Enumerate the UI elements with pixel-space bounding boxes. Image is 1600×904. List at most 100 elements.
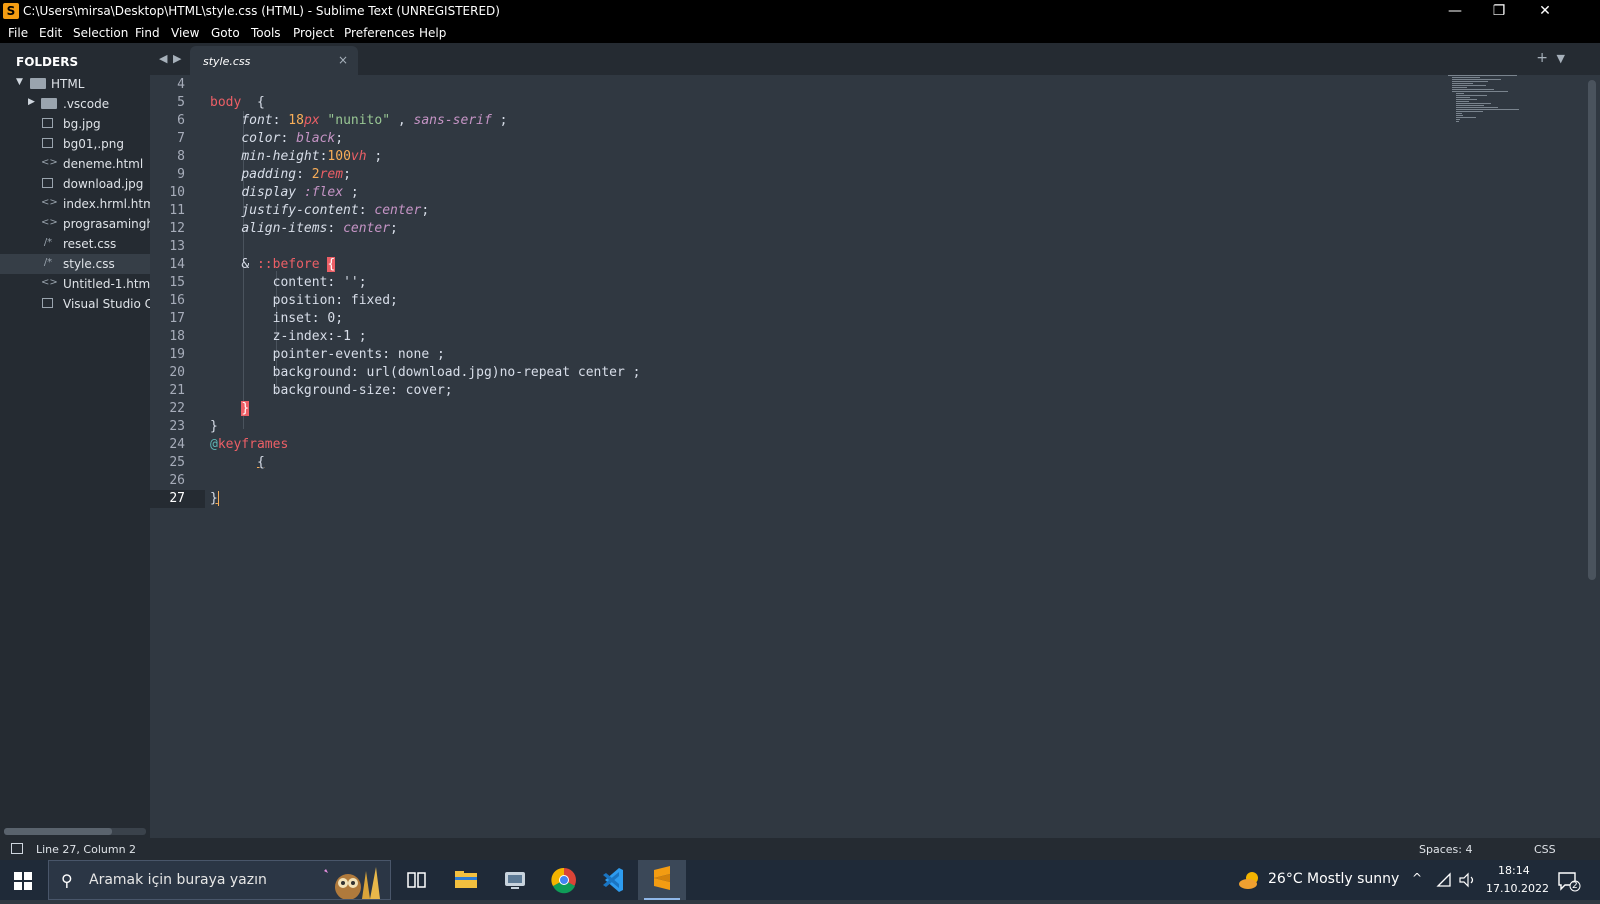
menu-preferences[interactable]: Preferences: [344, 26, 415, 40]
taskbar-search-box[interactable]: ⚲ Aramak için buraya yazın: [48, 860, 391, 900]
minimap-line: [1456, 103, 1491, 104]
file-label: Visual Studio Co: [63, 297, 150, 311]
tab-forward-icon[interactable]: ▶: [173, 52, 181, 65]
menu-view[interactable]: View: [171, 26, 199, 40]
taskbar-chrome[interactable]: [540, 860, 588, 900]
tab-style-css[interactable]: style.css ×: [190, 46, 358, 75]
taskbar-sublime-text[interactable]: [638, 860, 686, 900]
maximize-button[interactable]: ❐: [1476, 0, 1522, 23]
code-text: }: [210, 419, 218, 434]
toggle-sidebar-icon[interactable]: [11, 843, 23, 854]
tab-back-icon[interactable]: ◀: [159, 52, 167, 65]
clock-time[interactable]: 18:14: [1498, 864, 1530, 877]
line-number: 19: [169, 347, 185, 362]
menu-find[interactable]: Find: [135, 26, 160, 40]
taskbar-vscode[interactable]: [589, 860, 637, 900]
menu-project[interactable]: Project: [293, 26, 334, 40]
code-line-23: }: [210, 418, 218, 436]
sidebar-item-prograsaminghu[interactable]: <> prograsaminghu: [0, 214, 150, 234]
minimize-button[interactable]: —: [1432, 0, 1478, 23]
sidebar-item-untitled-html[interactable]: <> Untitled-1.html: [0, 274, 150, 294]
line-number: 21: [169, 383, 185, 398]
line-number: 24: [169, 437, 185, 452]
line-number: 12: [169, 221, 185, 236]
menu-tools[interactable]: Tools: [251, 26, 281, 40]
unit-token: rem: [319, 167, 344, 182]
value-token: black: [296, 131, 336, 146]
brace-token: {: [256, 95, 265, 110]
line-number: 17: [169, 311, 185, 326]
image-file-icon: [42, 178, 53, 188]
code-line-6: font: 18px "nunito" , sans-serif ;: [241, 113, 508, 128]
tab-close-icon[interactable]: ×: [338, 53, 348, 67]
unit-token: vh: [350, 149, 367, 164]
taskbar-network-app[interactable]: [491, 860, 539, 900]
scrollbar-thumb[interactable]: [4, 828, 112, 835]
minimap-line: [1452, 87, 1468, 88]
code-editor[interactable]: 4 5 6 7 8 9 10 11 12 13 14 15 16 17 18 19 20 21 22 23 24 25 26…: [150, 75, 1600, 838]
unit-token: px: [303, 113, 320, 128]
windows-start-icon[interactable]: [14, 872, 32, 890]
menu-file[interactable]: File: [8, 26, 28, 40]
tab-list-dropdown-icon[interactable]: ▼: [1557, 52, 1565, 65]
code-line-22: }: [210, 400, 250, 418]
value-token: center: [343, 221, 391, 236]
property-token: font: [241, 113, 273, 128]
line-number: 26: [169, 473, 185, 488]
syntax-setting[interactable]: CSS: [1534, 843, 1556, 856]
file-label: prograsaminghu: [63, 217, 150, 231]
notification-center-icon[interactable]: [1556, 870, 1582, 892]
file-label: index.hrml.html: [63, 197, 150, 211]
collapse-arrow-icon[interactable]: ▶: [28, 97, 35, 107]
minimap-line: [1452, 77, 1480, 78]
minimap-line: [1452, 81, 1489, 82]
minimap-line: [1456, 109, 1519, 110]
menu-edit[interactable]: Edit: [39, 26, 62, 40]
number-token: 100: [327, 149, 351, 164]
task-view-button[interactable]: [392, 860, 440, 900]
folder-icon: [30, 78, 46, 89]
sidebar-horizontal-scrollbar[interactable]: [4, 828, 146, 835]
sublime-text-icon: [654, 866, 670, 890]
editor-vertical-scrollbar[interactable]: [1588, 80, 1596, 580]
line-number: 14: [169, 257, 185, 272]
weather-icon[interactable]: [1238, 870, 1262, 890]
weather-text[interactable]: 26°C Mostly sunny: [1268, 871, 1399, 887]
sidebar-item-style-css[interactable]: /* style.css: [0, 254, 150, 274]
tab-bar: ◀ ▶ style.css × + ▼: [150, 43, 1600, 75]
minimap-line: [1452, 89, 1494, 90]
folders-header: FOLDERS: [16, 55, 79, 69]
folder-root-html[interactable]: ▼ HTML: [0, 74, 150, 94]
sidebar-item-reset-css[interactable]: /* reset.css: [0, 234, 150, 254]
sidebar-item-index-html[interactable]: <> index.hrml.html: [0, 194, 150, 214]
window-title: C:\Users\mirsa\Desktop\HTML\style.css (H…: [23, 4, 500, 18]
menu-goto[interactable]: Goto: [211, 26, 240, 40]
minimap-line: [1448, 75, 1517, 76]
network-wifi-icon[interactable]: [1436, 872, 1454, 888]
code-line-15: content: '';: [210, 274, 367, 292]
menu-selection[interactable]: Selection: [73, 26, 128, 40]
sidebar-item-visual-studio[interactable]: Visual Studio Co: [0, 294, 150, 314]
menu-help[interactable]: Help: [419, 26, 446, 40]
minimap-line: [1456, 101, 1469, 102]
cursor-position: Line 27, Column 2: [36, 843, 137, 856]
indentation-setting[interactable]: Spaces: 4: [1419, 843, 1472, 856]
show-hidden-icons-icon[interactable]: ^: [1412, 871, 1422, 885]
new-tab-icon[interactable]: +: [1536, 50, 1548, 66]
clock-date[interactable]: 17.10.2022: [1486, 882, 1549, 895]
code-file-icon: <>: [41, 157, 58, 168]
taskbar-file-explorer[interactable]: [442, 860, 490, 900]
expand-arrow-icon[interactable]: ▼: [16, 77, 23, 87]
close-button[interactable]: ✕: [1522, 0, 1568, 23]
line-number: 22: [169, 401, 185, 416]
sidebar-item-vscode[interactable]: ▶ .vscode: [0, 94, 150, 114]
volume-icon[interactable]: [1458, 872, 1476, 888]
sidebar-item-bg01-png[interactable]: bg01,.png: [0, 134, 150, 154]
string-token: "nunito": [327, 113, 391, 128]
minimap-line: [1456, 93, 1465, 94]
line-number: 4: [177, 77, 185, 92]
sidebar-item-deneme-html[interactable]: <> deneme.html: [0, 154, 150, 174]
sidebar-item-bg-jpg[interactable]: bg.jpg: [0, 114, 150, 134]
minimap[interactable]: [1448, 75, 1568, 135]
sidebar-item-download-jpg[interactable]: download.jpg: [0, 174, 150, 194]
